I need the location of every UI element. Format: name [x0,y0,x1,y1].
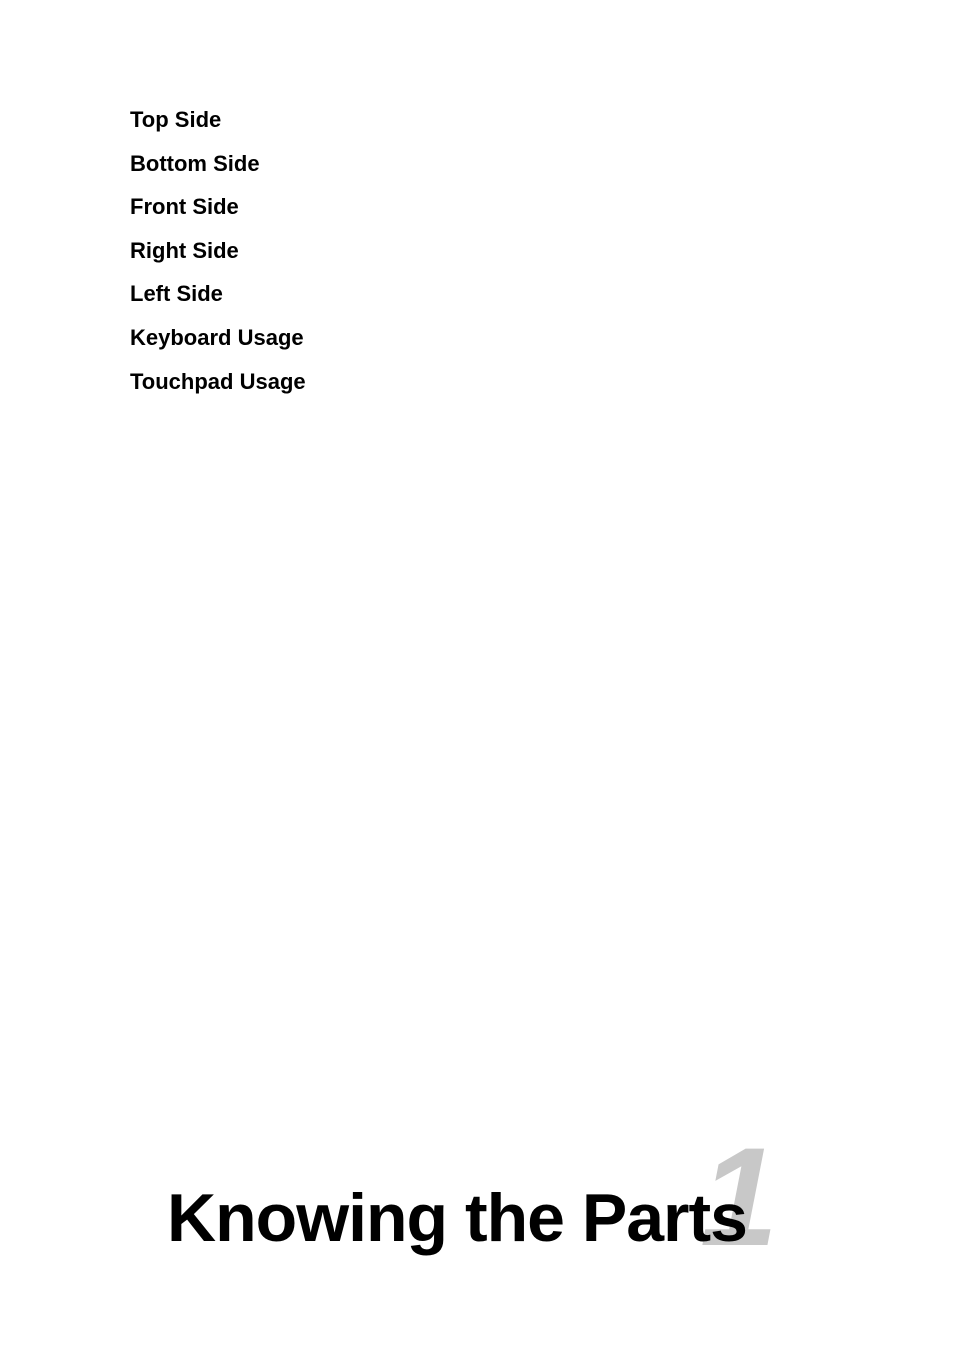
nav-item[interactable]: Front Side [130,187,306,227]
table-of-contents: Top SideBottom SideFront SideRight SideL… [130,100,306,401]
page-content: Top SideBottom SideFront SideRight SideL… [0,0,954,1357]
nav-item[interactable]: Left Side [130,274,306,314]
nav-item[interactable]: Bottom Side [130,144,306,184]
chapter-section: 1 Knowing the Parts [0,1179,954,1257]
chapter-title-text: Knowing the Parts [167,1180,747,1256]
nav-item[interactable]: Right Side [130,231,306,271]
nav-item[interactable]: Touchpad Usage [130,362,306,402]
nav-item[interactable]: Top Side [130,100,306,140]
chapter-title-block: 1 Knowing the Parts [167,1179,747,1257]
nav-item[interactable]: Keyboard Usage [130,318,306,358]
